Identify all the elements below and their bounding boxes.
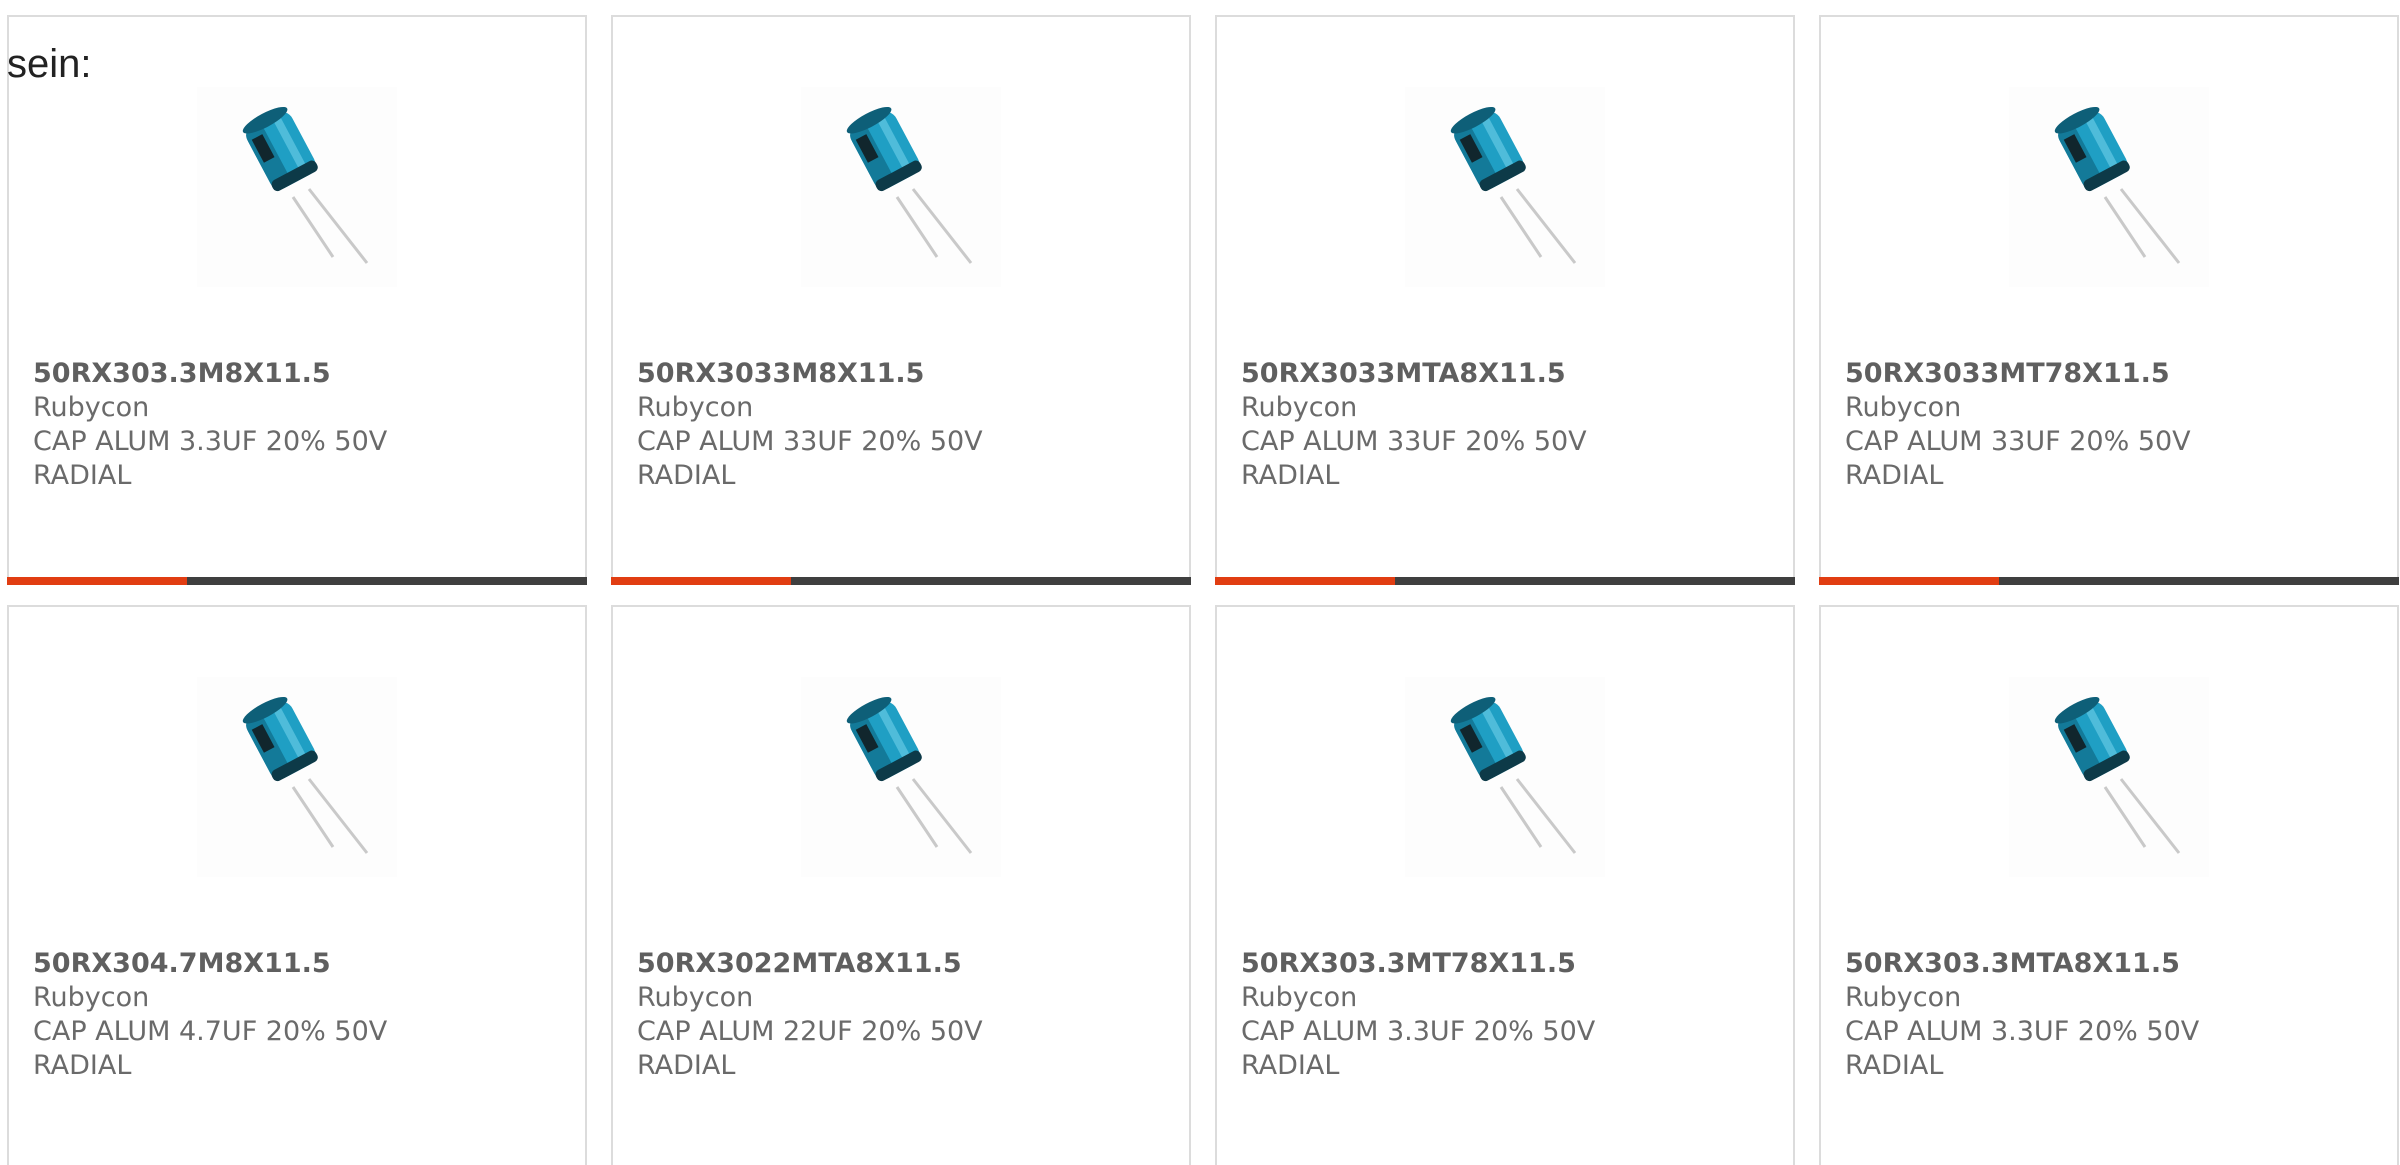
product-description: CAP ALUM 33UF 20% 50V [1241, 426, 1587, 457]
brand-name: Rubycon [637, 392, 754, 423]
product-card[interactable]: 50RX303.3MT78X11.5 Rubycon CAP ALUM 3.3U… [1215, 605, 1795, 1165]
capacitor-icon[interactable] [197, 677, 397, 877]
part-number[interactable]: 50RX304.7M8X11.5 [33, 947, 387, 981]
brand-name: Rubycon [1241, 982, 1358, 1013]
progress-fill [1819, 577, 1999, 585]
brand-name: Rubycon [1241, 392, 1358, 423]
capacitor-icon[interactable] [801, 677, 1001, 877]
part-number[interactable]: 50RX3033M8X11.5 [637, 357, 983, 391]
part-number[interactable]: 50RX303.3MTA8X11.5 [1845, 947, 2199, 981]
card-progress-bar [1215, 577, 1795, 585]
package-type: RADIAL [637, 1050, 736, 1081]
brand-name: Rubycon [1845, 392, 1962, 423]
intro-text: sein: [7, 42, 92, 86]
product-description: CAP ALUM 3.3UF 20% 50V [33, 426, 388, 457]
product-description: CAP ALUM 3.3UF 20% 50V [1845, 1016, 2200, 1047]
product-info: 50RX303.3M8X11.5 Rubycon CAP ALUM 3.3UF … [33, 357, 387, 493]
package-type: RADIAL [1241, 1050, 1340, 1081]
package-type: RADIAL [1845, 460, 1944, 491]
product-card[interactable]: 50RX304.7M8X11.5 Rubycon CAP ALUM 4.7UF … [7, 605, 587, 1165]
capacitor-icon[interactable] [1405, 87, 1605, 287]
product-info: 50RX3033MTA8X11.5 Rubycon CAP ALUM 33UF … [1241, 357, 1587, 493]
card-progress-bar [7, 577, 587, 585]
product-description: CAP ALUM 33UF 20% 50V [1845, 426, 2191, 457]
progress-fill [1215, 577, 1395, 585]
product-description: CAP ALUM 22UF 20% 50V [637, 1016, 983, 1047]
product-info: 50RX303.3MTA8X11.5 Rubycon CAP ALUM 3.3U… [1845, 947, 2199, 1083]
card-progress-bar [611, 577, 1191, 585]
package-type: RADIAL [637, 460, 736, 491]
card-progress-bar [1819, 577, 2399, 585]
progress-fill [611, 577, 791, 585]
product-card[interactable]: 50RX3033MTA8X11.5 Rubycon CAP ALUM 33UF … [1215, 15, 1795, 585]
product-info: 50RX3033MT78X11.5 Rubycon CAP ALUM 33UF … [1845, 357, 2191, 493]
capacitor-icon[interactable] [2009, 677, 2209, 877]
brand-name: Rubycon [33, 982, 150, 1013]
part-number[interactable]: 50RX3022MTA8X11.5 [637, 947, 983, 981]
package-type: RADIAL [33, 460, 132, 491]
brand-name: Rubycon [637, 982, 754, 1013]
product-info: 50RX3033M8X11.5 Rubycon CAP ALUM 33UF 20… [637, 357, 983, 493]
part-number[interactable]: 50RX303.3MT78X11.5 [1241, 947, 1595, 981]
capacitor-icon[interactable] [801, 87, 1001, 287]
product-description: CAP ALUM 33UF 20% 50V [637, 426, 983, 457]
product-card[interactable]: 50RX3022MTA8X11.5 Rubycon CAP ALUM 22UF … [611, 605, 1191, 1165]
product-description: CAP ALUM 4.7UF 20% 50V [33, 1016, 388, 1047]
capacitor-icon[interactable] [2009, 87, 2209, 287]
part-number[interactable]: 50RX303.3M8X11.5 [33, 357, 387, 391]
product-info: 50RX3022MTA8X11.5 Rubycon CAP ALUM 22UF … [637, 947, 983, 1083]
package-type: RADIAL [1241, 460, 1340, 491]
brand-name: Rubycon [1845, 982, 1962, 1013]
product-card[interactable]: 50RX303.3M8X11.5 Rubycon CAP ALUM 3.3UF … [7, 15, 587, 585]
capacitor-icon[interactable] [197, 87, 397, 287]
progress-fill [7, 577, 187, 585]
product-description: CAP ALUM 3.3UF 20% 50V [1241, 1016, 1596, 1047]
brand-name: Rubycon [33, 392, 150, 423]
part-number[interactable]: 50RX3033MTA8X11.5 [1241, 357, 1587, 391]
product-card[interactable]: 50RX303.3MTA8X11.5 Rubycon CAP ALUM 3.3U… [1819, 605, 2399, 1165]
product-info: 50RX303.3MT78X11.5 Rubycon CAP ALUM 3.3U… [1241, 947, 1595, 1083]
package-type: RADIAL [1845, 1050, 1944, 1081]
product-info: 50RX304.7M8X11.5 Rubycon CAP ALUM 4.7UF … [33, 947, 387, 1083]
package-type: RADIAL [33, 1050, 132, 1081]
product-card[interactable]: 50RX3033MT78X11.5 Rubycon CAP ALUM 33UF … [1819, 15, 2399, 585]
product-card[interactable]: 50RX3033M8X11.5 Rubycon CAP ALUM 33UF 20… [611, 15, 1191, 585]
part-number[interactable]: 50RX3033MT78X11.5 [1845, 357, 2191, 391]
capacitor-icon[interactable] [1405, 677, 1605, 877]
